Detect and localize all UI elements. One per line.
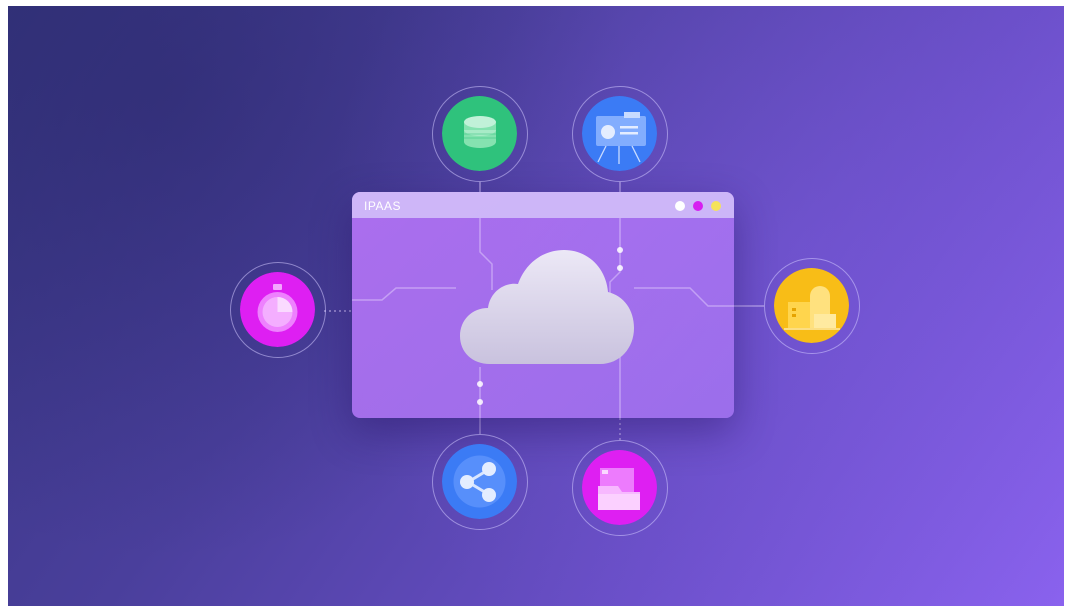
storage-boxes-icon xyxy=(774,268,849,343)
storage-node xyxy=(764,258,860,354)
ipaas-window: IPAAS xyxy=(352,192,734,418)
stopwatch-icon xyxy=(240,272,315,347)
window-dot-yellow xyxy=(711,201,721,211)
cloud-icon xyxy=(460,250,634,364)
share-network-icon xyxy=(442,444,517,519)
window-dot-white xyxy=(675,201,685,211)
coins-stack-icon xyxy=(442,96,517,171)
coins-node xyxy=(432,86,528,182)
stopwatch-node xyxy=(230,262,326,358)
presentation-board-icon xyxy=(582,96,657,171)
document-node xyxy=(572,440,668,536)
window-title: IPAAS xyxy=(364,199,401,213)
window-dot-magenta xyxy=(693,201,703,211)
share-node xyxy=(432,434,528,530)
presentation-node xyxy=(572,86,668,182)
document-tray-icon xyxy=(582,450,657,525)
window-titlebar: IPAAS xyxy=(352,192,734,218)
illustration-canvas: IPAAS xyxy=(8,6,1064,606)
